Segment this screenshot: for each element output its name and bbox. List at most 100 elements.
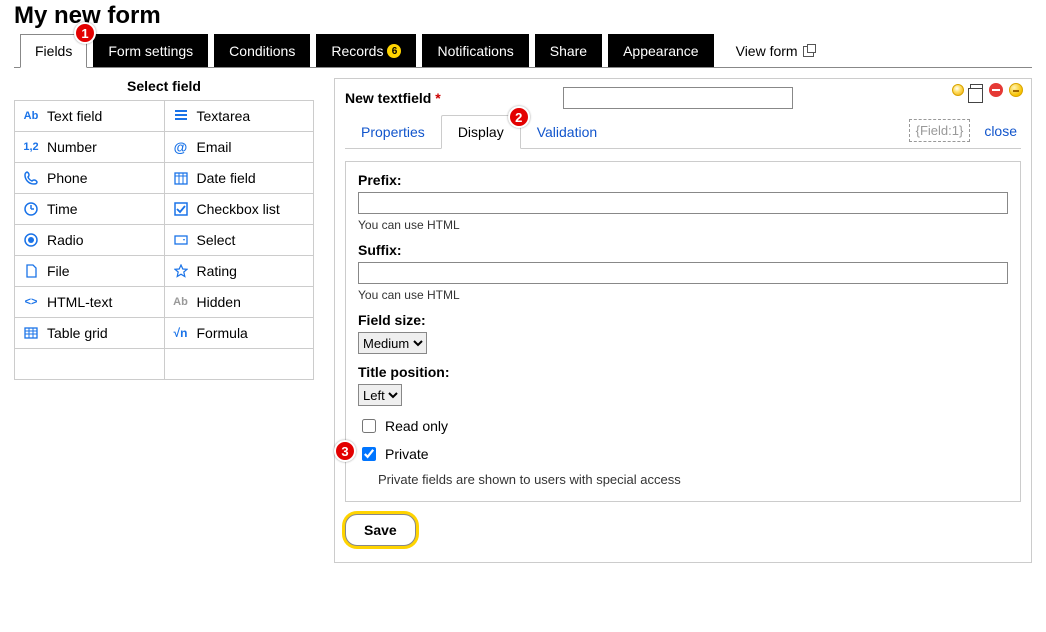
field-type-label: Phone xyxy=(47,170,87,186)
field-type-email[interactable]: @Email xyxy=(165,132,315,163)
required-mark: * xyxy=(435,90,440,106)
tab-label: Form settings xyxy=(108,43,193,59)
fieldsize-label: Field size: xyxy=(358,312,1008,328)
private-hint: Private fields are shown to users with s… xyxy=(378,472,1008,487)
field-editor-panel: New textfield * Properties Display 2 Val… xyxy=(334,78,1032,563)
field-subtabs: Properties Display 2 Validation {Field:1… xyxy=(345,115,1021,149)
field-name-label: New textfield * xyxy=(345,90,441,106)
tab-conditions[interactable]: Conditions xyxy=(214,34,310,67)
field-type-empty xyxy=(15,349,165,380)
delete-icon[interactable] xyxy=(989,83,1003,97)
phone-icon xyxy=(23,171,39,185)
field-type-textarea[interactable]: Textarea xyxy=(165,101,315,132)
subtab-label: Display xyxy=(458,124,504,140)
view-form-label: View form xyxy=(736,43,798,59)
field-type-label: Select xyxy=(197,232,236,248)
prefix-label: Prefix: xyxy=(358,172,1008,188)
field-type-label: Time xyxy=(47,201,78,217)
field-type-label: Number xyxy=(47,139,97,155)
subtab-properties[interactable]: Properties xyxy=(345,116,441,148)
field-type-label: Hidden xyxy=(197,294,241,310)
field-type-table-grid[interactable]: Table grid xyxy=(15,318,165,349)
select-icon xyxy=(173,233,189,247)
field-type-date[interactable]: Date field xyxy=(165,163,315,194)
field-type-empty xyxy=(165,349,315,380)
callout-2: 2 xyxy=(508,106,530,128)
select-field-heading: Select field xyxy=(14,78,314,94)
private-checkbox[interactable] xyxy=(362,447,376,461)
tab-label: Conditions xyxy=(229,43,295,59)
tab-share[interactable]: Share xyxy=(535,34,602,67)
prefix-input[interactable] xyxy=(358,192,1008,214)
field-type-hidden[interactable]: Ab Hidden xyxy=(165,287,315,318)
field-name-input[interactable] xyxy=(563,87,793,109)
page-title: My new form xyxy=(14,0,1032,30)
radio-icon xyxy=(23,233,39,247)
prefix-hint: You can use HTML xyxy=(358,218,1008,232)
records-badge: 6 xyxy=(387,44,401,58)
field-type-label: Radio xyxy=(47,232,84,248)
suffix-input[interactable] xyxy=(358,262,1008,284)
subtab-display[interactable]: Display 2 xyxy=(441,115,521,149)
hint-icon[interactable] xyxy=(952,84,964,96)
tab-label: Notifications xyxy=(437,43,513,59)
tab-notifications[interactable]: Notifications xyxy=(422,34,528,67)
field-type-select[interactable]: Select xyxy=(165,225,315,256)
field-type-label: File xyxy=(47,263,70,279)
readonly-label: Read only xyxy=(385,418,448,434)
grid-icon xyxy=(23,326,39,340)
titlepos-label: Title position: xyxy=(358,364,1008,380)
field-token[interactable]: {Field:1} xyxy=(909,119,971,142)
suffix-hint: You can use HTML xyxy=(358,288,1008,302)
external-link-icon xyxy=(803,46,814,57)
number-icon: 1,2 xyxy=(23,141,39,153)
lines-icon xyxy=(173,109,189,123)
private-label: Private xyxy=(385,446,429,462)
collapse-icon[interactable] xyxy=(1009,83,1023,97)
field-type-label: Formula xyxy=(197,325,248,341)
field-type-html[interactable]: <>HTML-text xyxy=(15,287,165,318)
clock-icon xyxy=(23,202,39,216)
field-type-formula[interactable]: √n Formula xyxy=(165,318,315,349)
tab-label: Appearance xyxy=(623,43,699,59)
field-type-label: Rating xyxy=(197,263,237,279)
field-type-number[interactable]: 1,2 Number xyxy=(15,132,165,163)
tab-records[interactable]: Records 6 xyxy=(316,34,416,67)
tab-appearance[interactable]: Appearance xyxy=(608,34,714,67)
field-type-label: Table grid xyxy=(47,325,108,341)
display-settings: Prefix: You can use HTML Suffix: You can… xyxy=(345,161,1021,502)
field-type-radio[interactable]: Radio xyxy=(15,225,165,256)
titlepos-select[interactable]: Left xyxy=(358,384,402,406)
calendar-icon xyxy=(173,171,189,185)
save-button[interactable]: Save xyxy=(345,514,416,546)
formula-icon: √n xyxy=(173,326,189,340)
view-form-link[interactable]: View form xyxy=(732,35,818,67)
field-type-text[interactable]: Ab Text field xyxy=(15,101,165,132)
close-link[interactable]: close xyxy=(984,123,1017,139)
fieldsize-select[interactable]: Medium xyxy=(358,332,427,354)
field-type-file[interactable]: File xyxy=(15,256,165,287)
code-icon: <> xyxy=(23,296,39,308)
callout-3: 3 xyxy=(334,440,356,462)
copy-icon[interactable] xyxy=(970,84,983,97)
star-icon xyxy=(173,264,189,278)
tab-label: Share xyxy=(550,43,587,59)
field-type-grid: Ab Text field Textarea 1,2 Number @Email P… xyxy=(14,100,314,380)
tab-label: Fields xyxy=(35,43,72,59)
hidden-icon: Ab xyxy=(173,296,189,308)
field-type-label: Text field xyxy=(47,108,102,124)
field-type-label: Textarea xyxy=(197,108,251,124)
field-type-label: Checkbox list xyxy=(197,201,280,217)
tab-form-settings[interactable]: Form settings xyxy=(93,34,208,67)
tab-label: Records xyxy=(331,43,383,59)
field-type-time[interactable]: Time xyxy=(15,194,165,225)
suffix-label: Suffix: xyxy=(358,242,1008,258)
readonly-checkbox[interactable] xyxy=(362,419,376,433)
callout-1: 1 xyxy=(74,22,96,44)
text-icon: Ab xyxy=(23,110,39,122)
at-icon: @ xyxy=(173,139,189,155)
field-type-phone[interactable]: Phone xyxy=(15,163,165,194)
subtab-validation[interactable]: Validation xyxy=(521,116,613,148)
field-type-checkbox[interactable]: Checkbox list xyxy=(165,194,315,225)
field-type-rating[interactable]: Rating xyxy=(165,256,315,287)
